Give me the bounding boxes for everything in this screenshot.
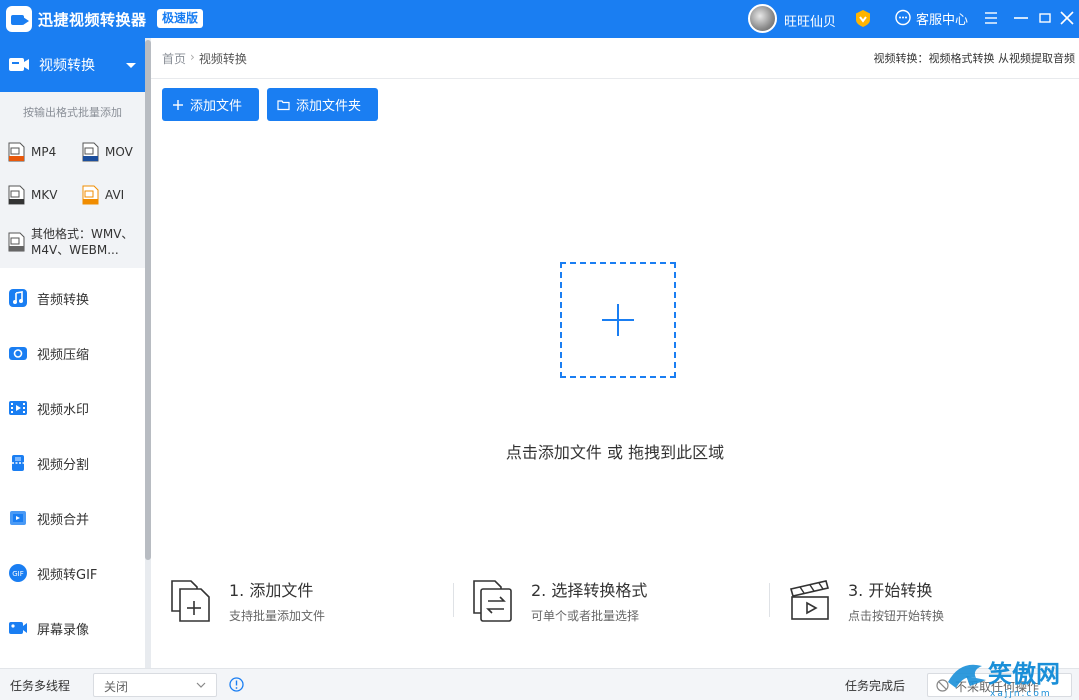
folder-icon <box>277 99 290 110</box>
add-file-step-icon <box>171 580 210 622</box>
sidebar-item-label: 视频转GIF <box>37 567 98 583</box>
svg-text:GIF: GIF <box>12 570 24 578</box>
add-folder-label: 添加文件夹 <box>296 99 362 114</box>
clapperboard-icon <box>789 580 830 620</box>
multithread-select[interactable]: 关闭 <box>93 673 217 697</box>
sidebar-item-audio-convert[interactable]: 音频转换 <box>0 278 145 318</box>
step-title: 3. 开始转换 <box>848 581 933 600</box>
app-title: 迅捷视频转换器 <box>38 11 147 29</box>
sidebar-item-label: 屏幕录像 <box>37 622 90 638</box>
breadcrumb: 首页 › 视频转换 <box>162 50 247 67</box>
app-logo-icon <box>6 6 32 32</box>
video-to-gif-icon: GIF <box>9 564 27 582</box>
format-other-label: 其他格式：WMV、M4V、WEBM... <box>31 227 134 257</box>
format-hint: 按输出格式批量添加 <box>23 106 122 119</box>
after-complete-label: 任务完成后 <box>845 679 906 693</box>
after-complete-select[interactable]: 不采取任何操作 <box>927 673 1072 697</box>
step-subtitle: 支持批量添加文件 <box>229 609 326 623</box>
step-subtitle: 点击按钮开始转换 <box>848 609 945 623</box>
step-divider <box>769 583 770 617</box>
add-folder-button[interactable]: 添加文件夹 <box>267 88 378 121</box>
chevron-down-icon[interactable] <box>126 63 136 68</box>
step-divider <box>453 583 454 617</box>
title-bar: 迅捷视频转换器 极速版 旺旺仙贝 客服中心 <box>0 0 1079 38</box>
breadcrumb-current: 视频转换 <box>198 52 247 66</box>
header-description: 视频转换：视频格式转换 从视频提取音频 <box>873 52 1076 65</box>
sidebar-item-video-compress[interactable]: 视频压缩 <box>0 333 145 373</box>
sidebar-item-label: 视频压缩 <box>37 347 90 363</box>
sidebar-item-label: 视频水印 <box>37 402 90 418</box>
drop-hint-text: 点击添加文件 或 拖拽到此区域 <box>505 443 725 462</box>
chat-bubble-icon <box>895 9 911 26</box>
sidebar-item-label: 音频转换 <box>37 292 90 308</box>
sidebar-item-video-watermark[interactable]: 视频水印 <box>0 388 145 428</box>
format-other[interactable]: 其他格式：WMV、M4V、WEBM... <box>8 226 143 258</box>
breadcrumb-separator: › <box>190 50 195 64</box>
video-watermark-icon <box>9 401 27 415</box>
video-merge-icon <box>10 511 26 525</box>
mp4-file-icon <box>8 142 25 162</box>
video-convert-icon <box>9 58 29 71</box>
screen-record-icon <box>9 622 27 634</box>
no-action-icon <box>936 679 949 692</box>
minimize-icon[interactable] <box>1010 7 1032 29</box>
video-split-icon <box>12 455 24 471</box>
plus-icon <box>602 304 634 336</box>
format-mov[interactable]: MOV <box>82 142 133 162</box>
format-label: MP4 <box>31 145 57 159</box>
video-compress-icon <box>9 347 27 360</box>
info-icon[interactable] <box>229 677 244 692</box>
breadcrumb-home[interactable]: 首页 <box>162 50 186 67</box>
drop-zone[interactable] <box>560 262 676 378</box>
edition-badge: 极速版 <box>157 9 204 28</box>
customer-service-label: 客服中心 <box>916 12 969 28</box>
sidebar: 视频转换 按输出格式批量添加 MP4 MOV MKV AVI 其他格式：WMV、… <box>0 38 145 668</box>
sidebar-item-label: 视频转换 <box>39 58 95 74</box>
chevron-down-icon <box>196 682 206 688</box>
avatar[interactable] <box>748 4 777 33</box>
select-format-step-icon <box>473 580 512 622</box>
format-avi[interactable]: AVI <box>82 185 124 205</box>
format-label: AVI <box>105 188 125 202</box>
audio-convert-icon <box>9 289 27 307</box>
step-title: 2. 选择转换格式 <box>531 581 648 600</box>
sidebar-item-video-merge[interactable]: 视频合并 <box>0 498 145 538</box>
step-subtitle: 可单个或者批量选择 <box>531 609 640 623</box>
sidebar-item-video-split[interactable]: 视频分割 <box>0 443 145 483</box>
add-file-button[interactable]: 添加文件 <box>162 88 259 121</box>
format-mp4[interactable]: MP4 <box>8 142 56 162</box>
multithread-value: 关闭 <box>104 680 129 694</box>
thread-label: 任务多线程 <box>10 679 71 693</box>
maximize-icon[interactable] <box>1034 7 1056 29</box>
main-panel: 首页 › 视频转换 视频转换：视频格式转换 从视频提取音频 添加文件 添加文件夹… <box>151 38 1079 668</box>
sidebar-item-screen-record[interactable]: 屏幕录像 <box>0 608 145 648</box>
menu-icon[interactable] <box>980 7 1002 29</box>
vip-icon[interactable] <box>854 9 872 28</box>
after-complete-value: 不采取任何操作 <box>955 680 1040 694</box>
format-mkv[interactable]: MKV <box>8 185 57 205</box>
username[interactable]: 旺旺仙贝 <box>784 11 836 30</box>
format-panel: 按输出格式批量添加 MP4 MOV MKV AVI 其他格式：WMV、M4V、W… <box>0 92 145 268</box>
header-divider <box>151 78 1079 79</box>
mkv-file-icon <box>8 185 25 205</box>
bottom-bar: 任务多线程 关闭 任务完成后 不采取任何操作 <box>0 668 1079 700</box>
plus-icon <box>173 99 183 110</box>
sidebar-item-label: 视频分割 <box>37 457 90 473</box>
sidebar-item-video-to-gif[interactable]: GIF 视频转GIF <box>0 553 145 593</box>
step-title: 1. 添加文件 <box>229 581 314 600</box>
customer-service-button[interactable]: 客服中心 <box>894 8 968 28</box>
close-icon[interactable] <box>1056 7 1078 29</box>
format-label: MKV <box>31 188 58 202</box>
add-file-label: 添加文件 <box>190 99 243 114</box>
format-label: MOV <box>105 145 133 159</box>
mov-file-icon <box>82 142 99 162</box>
other-file-icon <box>8 232 25 252</box>
sidebar-item-label: 视频合并 <box>37 512 90 528</box>
sidebar-item-video-convert[interactable]: 视频转换 <box>0 38 145 92</box>
avi-file-icon <box>82 185 99 205</box>
